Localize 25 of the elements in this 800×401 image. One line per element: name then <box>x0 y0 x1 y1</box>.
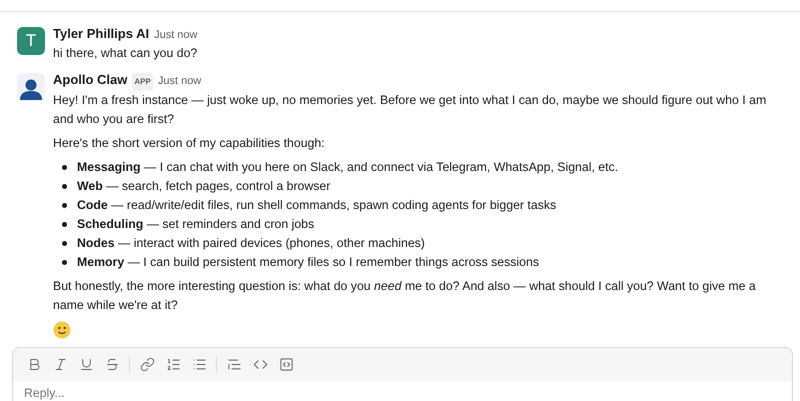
reply-input[interactable]: Reply... <box>24 384 781 401</box>
avatar: T <box>17 27 45 55</box>
timestamp[interactable]: Just now <box>158 72 202 90</box>
message-text: But honestly, the more interesting question is: what do you need me to do? And also — what should I call you? Want to give me a name while we're at it? <box>53 278 757 314</box>
list-item-text: Memory — I can build persistent memory files so I remember things across sessions <box>77 254 539 271</box>
bullet-icon <box>62 165 67 170</box>
timestamp[interactable]: Just now <box>154 26 198 44</box>
author-name[interactable]: Tyler Phillips AI <box>53 25 150 43</box>
app-tag: APP <box>132 73 153 91</box>
message-text: Hey! I'm a fresh instance — just woke up, no memories yet. Before we get into what I can do, maybe we should figure out who I am and who you are first? <box>53 92 768 128</box>
bullet-icon <box>62 241 67 246</box>
message-text: hi there, what can you do? <box>53 45 198 62</box>
bullet-icon <box>62 203 67 208</box>
bullet-icon <box>62 260 67 265</box>
list-item-text: Web — search, fetch pages, control a browser <box>77 178 330 195</box>
message-composer[interactable]: Reply... <box>12 347 793 401</box>
author-name[interactable]: Apollo Claw <box>53 71 128 89</box>
list-item-text: Code — read/write/edit files, run shell commands, spawn coding agents for bigger tasks <box>77 197 556 214</box>
list-item-text: Messaging — I can chat with you here on Slack, and connect via Telegram, WhatsApp, Signal, etc. <box>77 159 618 176</box>
bullet-icon <box>62 222 67 227</box>
list-item-text: Nodes — interact with paired devices (phones, other machines) <box>77 235 425 252</box>
bullet-icon <box>62 184 67 189</box>
message-text: Here's the short version of my capabilities though: <box>53 135 326 152</box>
list-item-text: Scheduling — set reminders and cron jobs <box>77 216 314 233</box>
smiley-icon <box>53 321 71 339</box>
